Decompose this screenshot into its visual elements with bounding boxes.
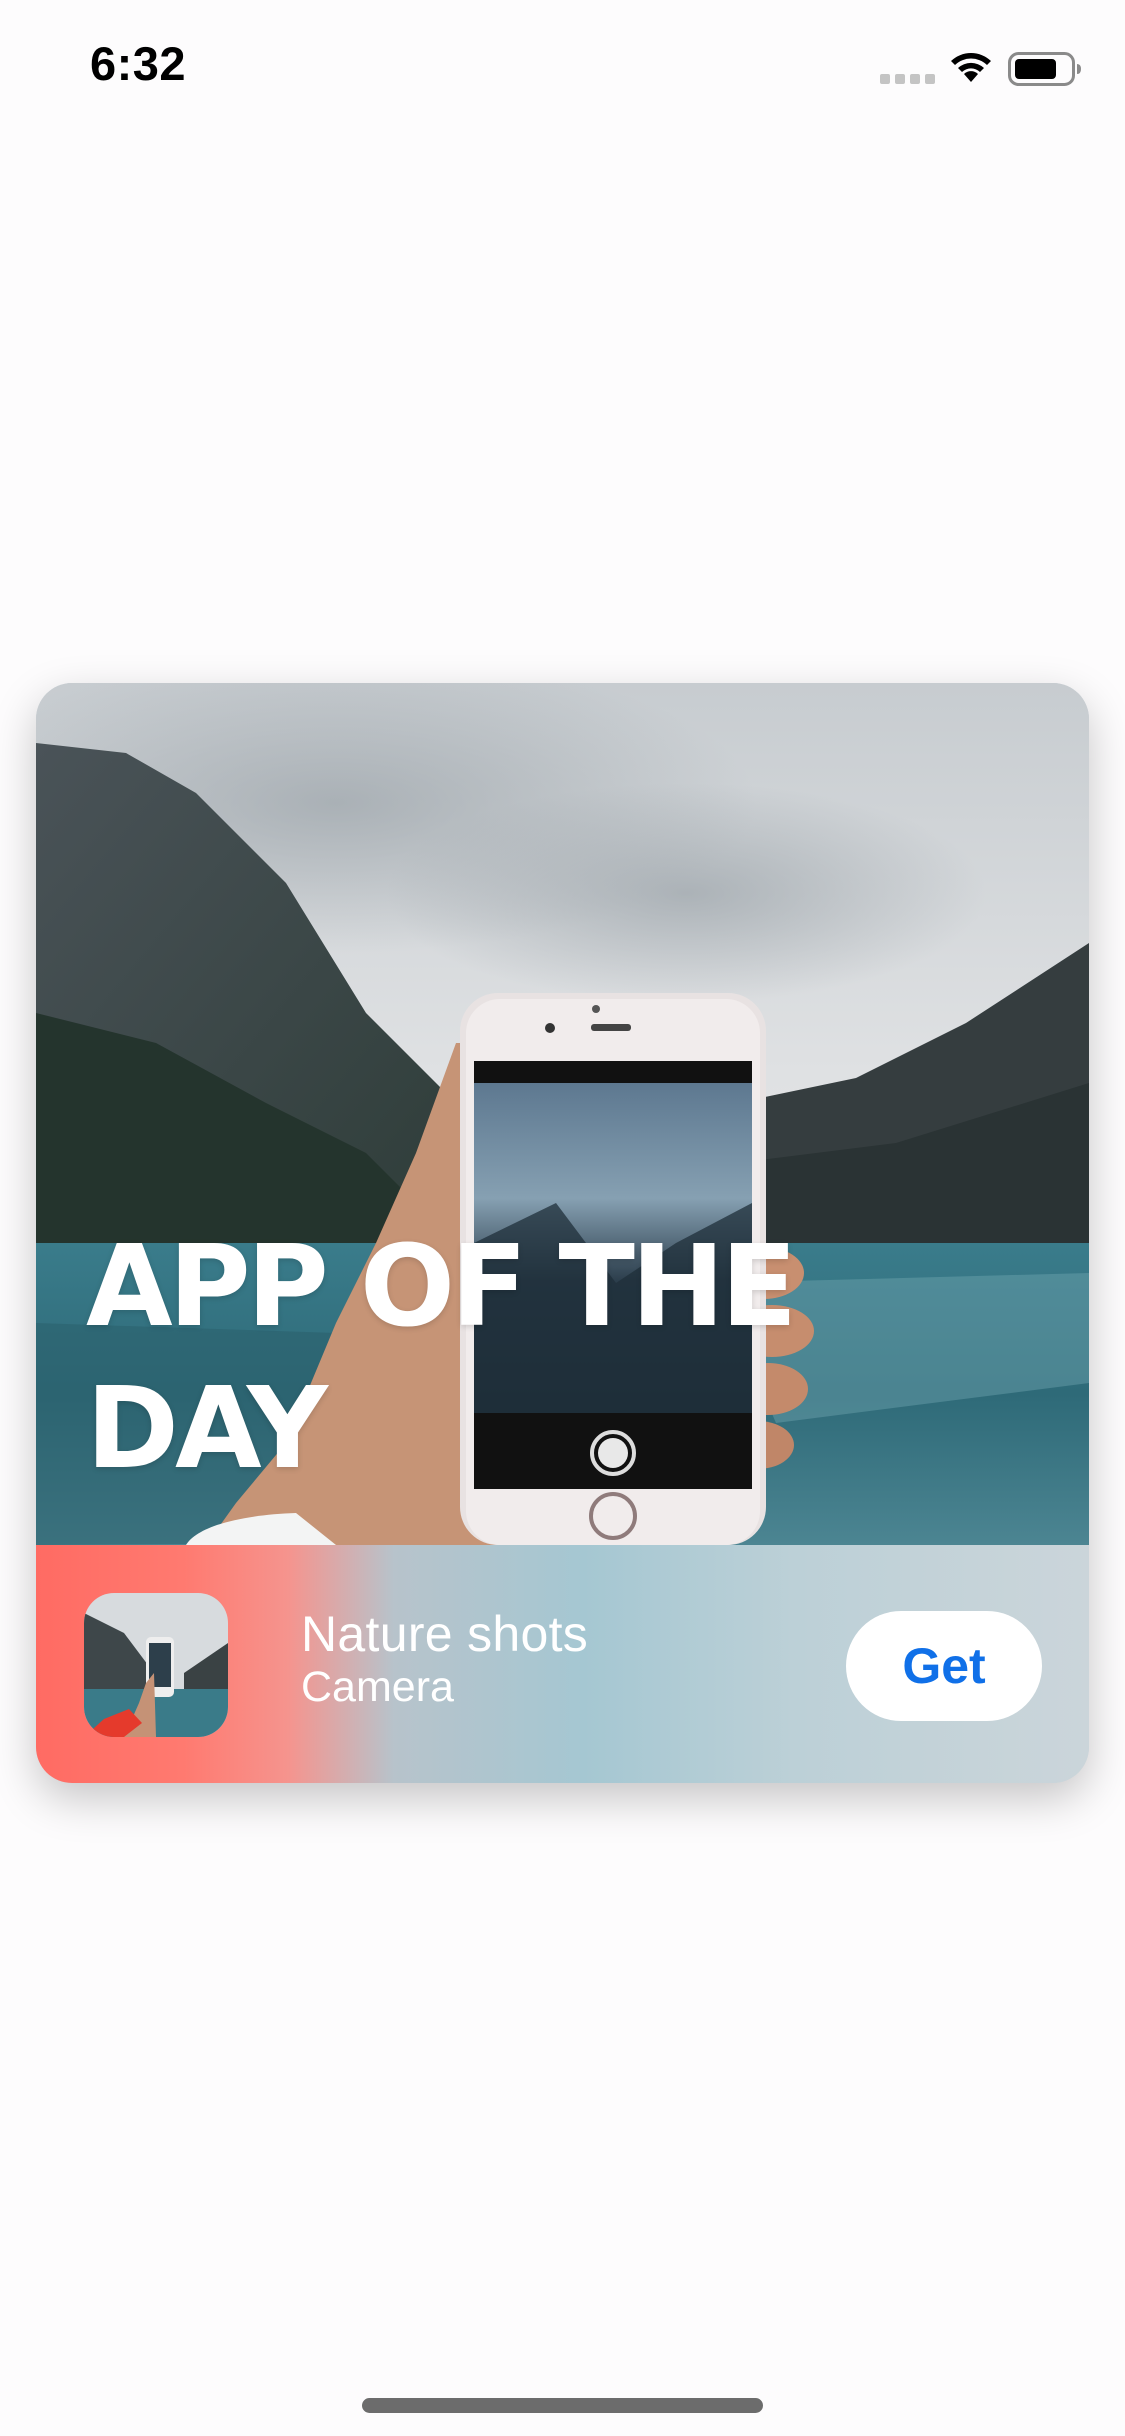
status-time: 6:32 [90,37,187,90]
app-name: Nature shots [301,1606,589,1662]
get-button[interactable]: Get [846,1611,1042,1721]
home-indicator[interactable] [362,2398,763,2413]
wifi-icon [951,53,991,82]
cellular-signal-icon [880,74,935,84]
app-of-the-day-card[interactable]: APP OF THE DAY Nature shots Camera Get [36,683,1089,1783]
app-category: Camera [301,1663,454,1711]
card-title: APP OF THE DAY [86,1222,797,1494]
battery-icon [1008,52,1081,86]
app-info-bar[interactable]: Nature shots Camera Get [36,1545,1089,1783]
status-bar: 6:32 [0,0,1125,132]
nature-shots-app-icon [84,1593,228,1737]
hero-image: APP OF THE DAY [36,683,1089,1545]
